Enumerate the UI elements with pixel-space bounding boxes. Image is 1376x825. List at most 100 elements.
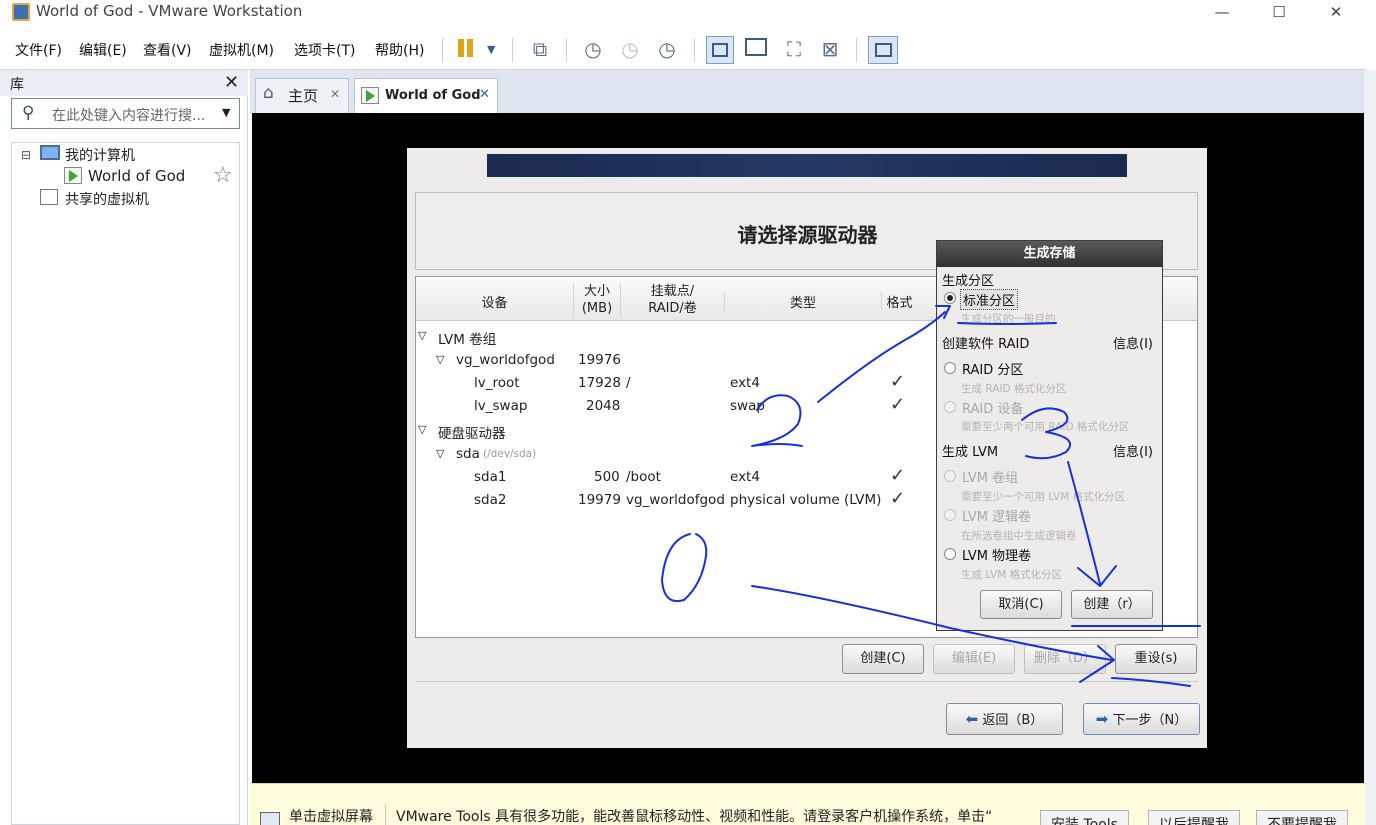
window-titlebar: World of God - VMware Workstation — ☐ ✕ [0,0,1366,28]
expander-icon[interactable]: ▽ [418,423,426,436]
table-cell-size: 19979 [578,492,621,508]
next-arrow-icon: ➡ [1095,710,1109,728]
tab-home[interactable]: ⌂ 主页 ✕ [255,78,349,114]
library-search-input[interactable]: ⚲ 在此处键入内容进行搜... ▼ [11,98,240,129]
create-storage-dialog[interactable]: 生成存储 生成分区 标准分区 生成分区的一般目的 创建软件 RAID 信息(I)… [936,240,1163,631]
col-format[interactable]: 格式 [881,292,917,311]
dialog-create-button[interactable]: 创建（r） [1071,590,1153,619]
close-window-button[interactable]: ✕ [1322,2,1350,24]
edit-button[interactable]: 编辑(E) [933,644,1015,674]
label-lvm-vg[interactable]: LVM 卷组 [962,467,1018,486]
table-cell-mount: /boot [626,469,661,485]
radio-raid-partition[interactable] [944,362,956,374]
table-row[interactable]: lv_swap [474,398,527,414]
toolbar-separator [694,38,695,62]
next-button-label: 下一步（N） [1112,713,1188,728]
menu-vm[interactable]: 虚拟机(M) [209,40,274,60]
label-lvm-pv[interactable]: LVM 物理卷 [962,545,1031,564]
tab-world-of-god[interactable]: World of God ✕ [354,78,498,115]
menu-view[interactable]: 查看(V) [143,40,192,60]
expander-icon[interactable]: ▽ [436,353,444,366]
tree-item-shared-vms[interactable]: 共享的虚拟机 [65,189,149,209]
delete-button[interactable]: 删除（D） [1024,644,1106,674]
table-row[interactable]: sda2 [474,492,506,508]
menu-edit[interactable]: 编辑(E) [79,40,127,60]
console-view-icon[interactable] [868,36,898,64]
table-cell-mount: vg_worldofgod [626,492,725,508]
menu-help[interactable]: 帮助(H) [375,40,424,60]
fullscreen-icon[interactable]: ⛶ [781,36,807,62]
divider [385,804,386,825]
lvm-info-button[interactable]: 信息(I) [1113,441,1153,460]
label-raid-device[interactable]: RAID 设备 [962,398,1023,417]
toolbar-separator [512,38,513,62]
shared-vm-icon [40,189,58,205]
table-row[interactable]: vg_worldofgod [456,352,555,368]
reset-button[interactable]: 重设(s) [1115,644,1197,674]
label-lvm-lv[interactable]: LVM 逻辑卷 [962,506,1031,525]
tab-home-close-icon[interactable]: ✕ [330,87,340,101]
table-row[interactable]: sda [456,446,480,462]
format-check-icon: ✓ [890,465,906,486]
snapshot-icon[interactable]: ◷ [580,36,606,62]
star-icon[interactable]: ☆ [213,163,233,188]
revert-snapshot-icon[interactable]: ◷ [617,36,643,62]
table-cell-size: 17928 [578,375,621,391]
tree-item-world-of-god[interactable]: World of God [88,167,185,185]
menubar: 文件(F) 编辑(E) 查看(V) 虚拟机(M) 选项卡(T) 帮助(H) ▼ … [0,28,1366,70]
vm-icon [64,167,82,184]
install-tools-button[interactable]: 安装 Tools [1040,810,1129,825]
tree-item-my-computer[interactable]: 我的计算机 [65,145,135,165]
radio-standard-partition[interactable] [944,292,956,304]
col-type[interactable]: 类型 [724,292,881,311]
remind-later-button[interactable]: 以后提醒我 [1148,810,1240,825]
col-mount[interactable]: 挂载点/ RAID/卷 [620,283,724,317]
minimize-button[interactable]: — [1208,2,1236,24]
maximize-button[interactable]: ☐ [1265,2,1293,24]
expander-icon[interactable]: ▽ [418,329,426,342]
radio-lvm-lv[interactable] [944,509,956,521]
table-row[interactable]: sda1 [474,469,506,485]
show-library-icon[interactable] [706,36,734,64]
raid-info-button[interactable]: 信息(I) [1113,333,1153,352]
snapshot-manager-icon[interactable]: ◷ [654,36,680,62]
table-cell-size: 2048 [586,398,621,414]
table-row[interactable]: lv_root [474,375,520,391]
col-device[interactable]: 设备 [416,292,573,311]
power-dropdown-icon[interactable]: ▼ [487,43,495,56]
pause-icon[interactable] [458,39,464,57]
label-raid-partition[interactable]: RAID 分区 [962,359,1023,378]
table-row[interactable]: 硬盘驱动器 [438,422,506,442]
section-partition: 生成分区 [942,274,995,289]
next-button[interactable]: ➡ 下一步（N） [1083,703,1200,735]
right-edge-background [1364,70,1376,825]
radio-raid-device[interactable] [944,401,956,413]
dialog-cancel-button[interactable]: 取消(C) [980,590,1062,619]
create-button[interactable]: 创建(C) [842,644,924,674]
menu-tabs[interactable]: 选项卡(T) [294,40,355,60]
menu-file[interactable]: 文件(F) [15,40,62,60]
device-path: (/dev/sda) [483,448,537,460]
radio-lvm-pv[interactable] [944,548,956,560]
tab-vm-close-icon[interactable]: ✕ [479,87,490,102]
col-size[interactable]: 大小 (MB) [573,283,620,317]
pause-icon[interactable] [467,39,473,57]
collapse-icon[interactable]: ⊟ [21,148,31,162]
library-close-icon[interactable]: ✕ [224,72,239,93]
radio-lvm-vg[interactable] [944,470,956,482]
search-dropdown-icon[interactable]: ▼ [222,106,230,119]
sub-raid-device: 需要至少两个可用 RAID 格式化分区 [961,421,1130,433]
send-ctrl-alt-del-icon[interactable]: ⧉ [527,36,553,62]
back-button[interactable]: ⬅ 返回（B） [946,703,1063,735]
window-title: World of God - VMware Workstation [36,2,303,20]
table-row[interactable]: LVM 卷组 [438,328,496,348]
expander-icon[interactable]: ▽ [436,447,444,460]
never-remind-button[interactable]: 不要提醒我 [1256,810,1348,825]
unity-icon[interactable]: ⊠ [817,36,843,62]
thumbnail-bar-icon[interactable] [745,38,767,56]
divider [415,681,1198,682]
table-cell-size: 500 [594,469,620,485]
search-placeholder: 在此处键入内容进行搜... [52,108,206,124]
label-standard-partition[interactable]: 标准分区 [960,289,1019,310]
back-arrow-icon: ⬅ [965,710,979,728]
